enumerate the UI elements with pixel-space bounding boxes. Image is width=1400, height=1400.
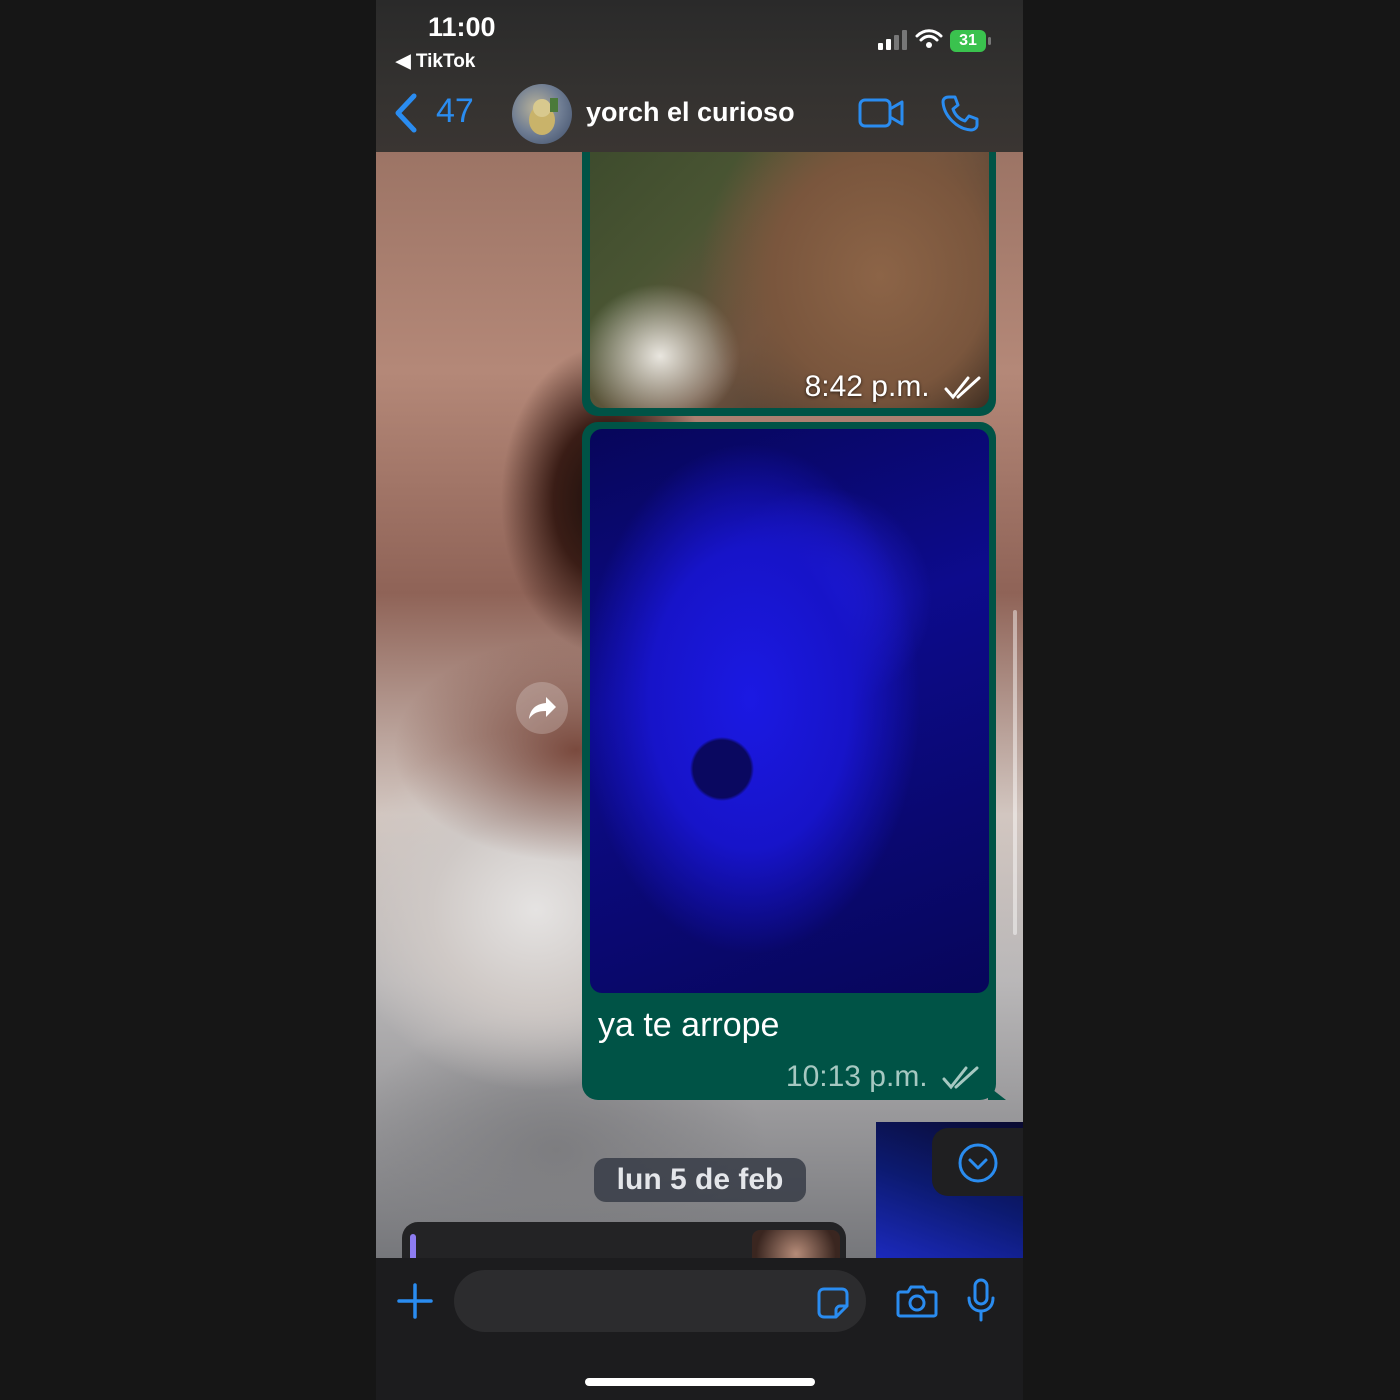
contact-name[interactable]: yorch el curioso [586, 97, 795, 128]
microphone-icon[interactable] [966, 1278, 996, 1322]
whatsapp-chat-screen: 8:42 p.m. ya te arrope 10:13 p.m. lun 5 … [376, 0, 1023, 1400]
plus-icon[interactable] [396, 1282, 434, 1320]
message-timestamp: 8:42 p.m. [805, 370, 982, 404]
battery-indicator: 31 [950, 30, 992, 52]
video-call-icon[interactable] [858, 96, 904, 130]
back-to-app-link[interactable]: ◀ TikTok [396, 50, 475, 73]
sticker-icon[interactable] [816, 1286, 850, 1320]
cellular-signal-icon [878, 30, 907, 50]
message-photo[interactable] [590, 126, 989, 408]
message-timestamp: 10:13 p.m. [786, 1060, 980, 1094]
message-image-bubble[interactable]: 8:42 p.m. [582, 120, 996, 416]
battery-tip [988, 37, 991, 45]
message-image-caption-bubble[interactable]: ya te arrope 10:13 p.m. [582, 422, 996, 1100]
scrollbar[interactable] [1013, 610, 1017, 935]
double-check-icon [944, 376, 981, 400]
chevron-down-icon [958, 1143, 998, 1183]
message-input[interactable] [454, 1270, 866, 1332]
chat-header: 11:00 ◀ TikTok 31 47 yorch el curioso [376, 0, 1023, 152]
status-time: 11:00 [428, 12, 496, 42]
double-check-icon [942, 1066, 979, 1090]
contact-avatar[interactable] [512, 84, 572, 144]
camera-icon[interactable] [896, 1282, 938, 1320]
avatar-image [529, 98, 558, 135]
unread-chats-count[interactable]: 47 [436, 92, 474, 131]
home-indicator[interactable] [585, 1378, 815, 1386]
wifi-icon [915, 29, 943, 48]
message-input-bar [376, 1258, 1023, 1400]
battery-level: 31 [950, 30, 986, 52]
back-chevron-icon[interactable] [390, 92, 420, 134]
scroll-to-bottom-button[interactable] [932, 1128, 1023, 1196]
phone-icon[interactable] [941, 94, 979, 132]
forward-button[interactable] [516, 682, 568, 734]
message-caption: ya te arrope [598, 1006, 780, 1044]
forward-icon [529, 697, 556, 719]
message-photo[interactable] [590, 429, 989, 993]
date-separator: lun 5 de feb [594, 1158, 806, 1202]
